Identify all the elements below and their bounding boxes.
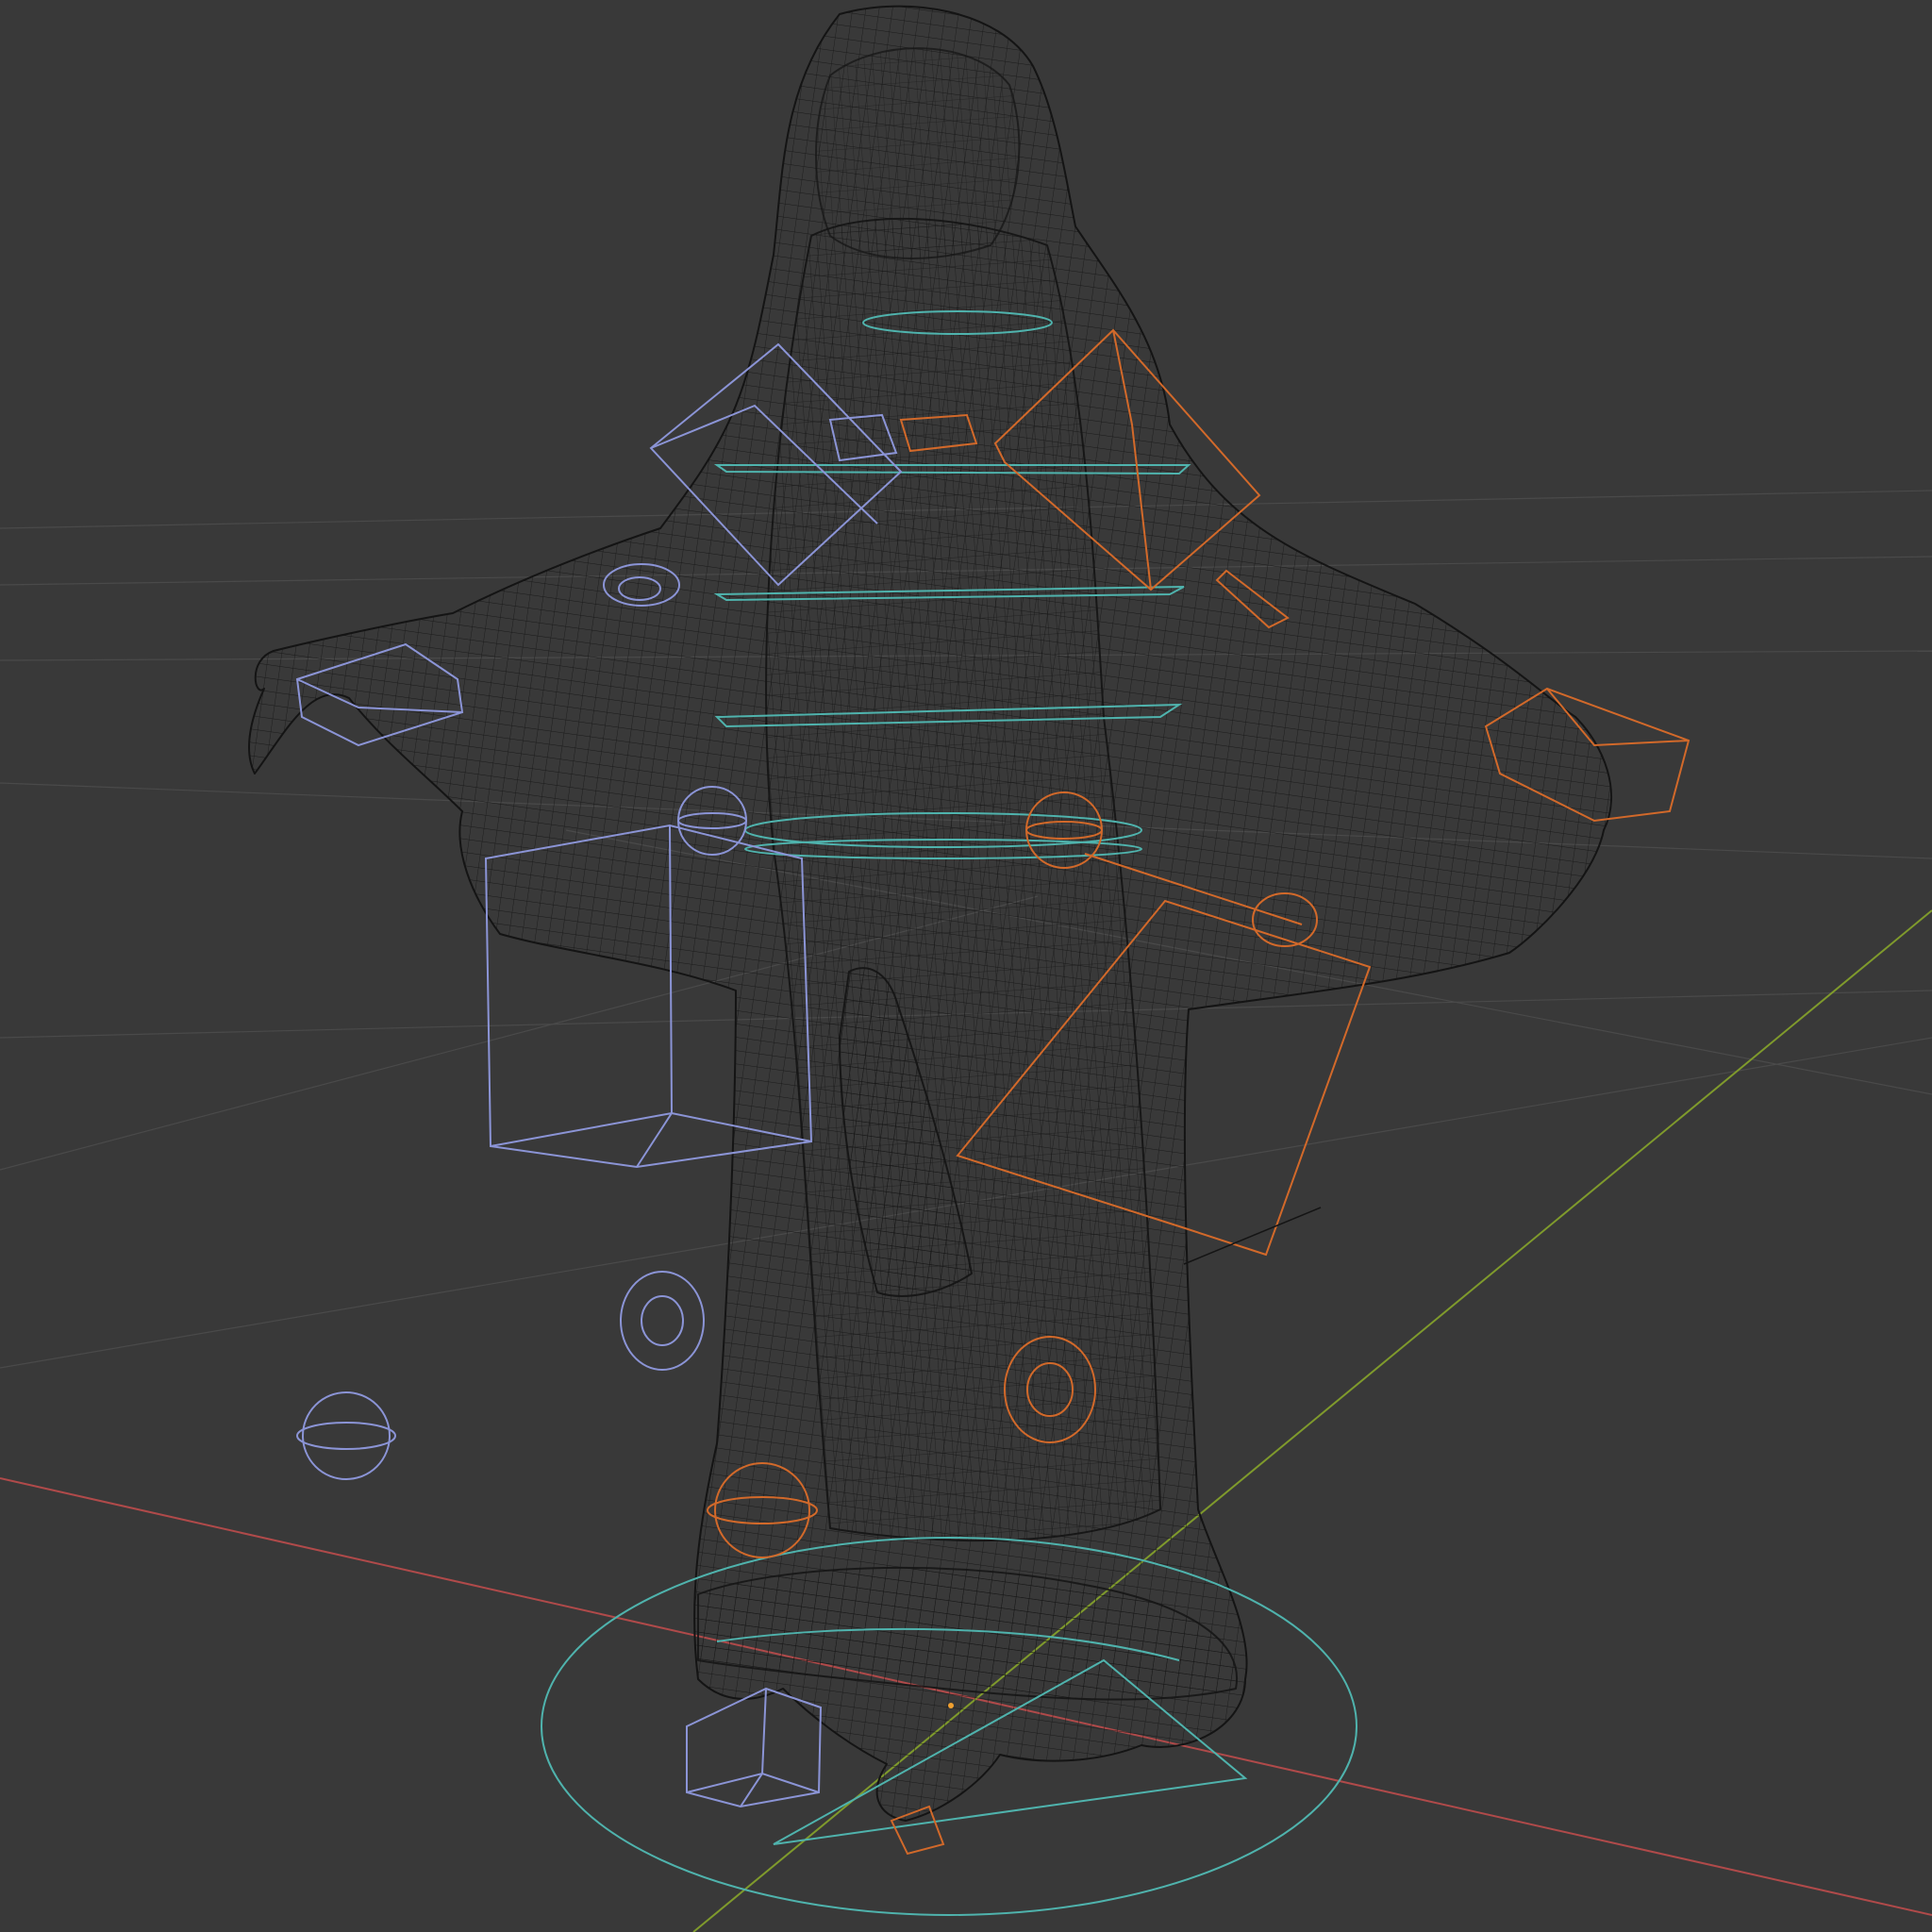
pole-l-ball[interactable] [302, 1391, 391, 1480]
3d-viewport[interactable] [0, 0, 1932, 1932]
mesh-detail-hood [815, 47, 1021, 259]
ik-pole-line [1183, 1207, 1322, 1265]
pole-l-ring-inner[interactable] [641, 1295, 684, 1346]
pole-l-ball-ring[interactable] [296, 1422, 396, 1450]
origin-point [948, 1703, 954, 1708]
viewport-canvas[interactable] [0, 0, 1932, 1932]
character-mesh[interactable] [248, 5, 1612, 1822]
pole-l-ring[interactable] [620, 1271, 705, 1371]
